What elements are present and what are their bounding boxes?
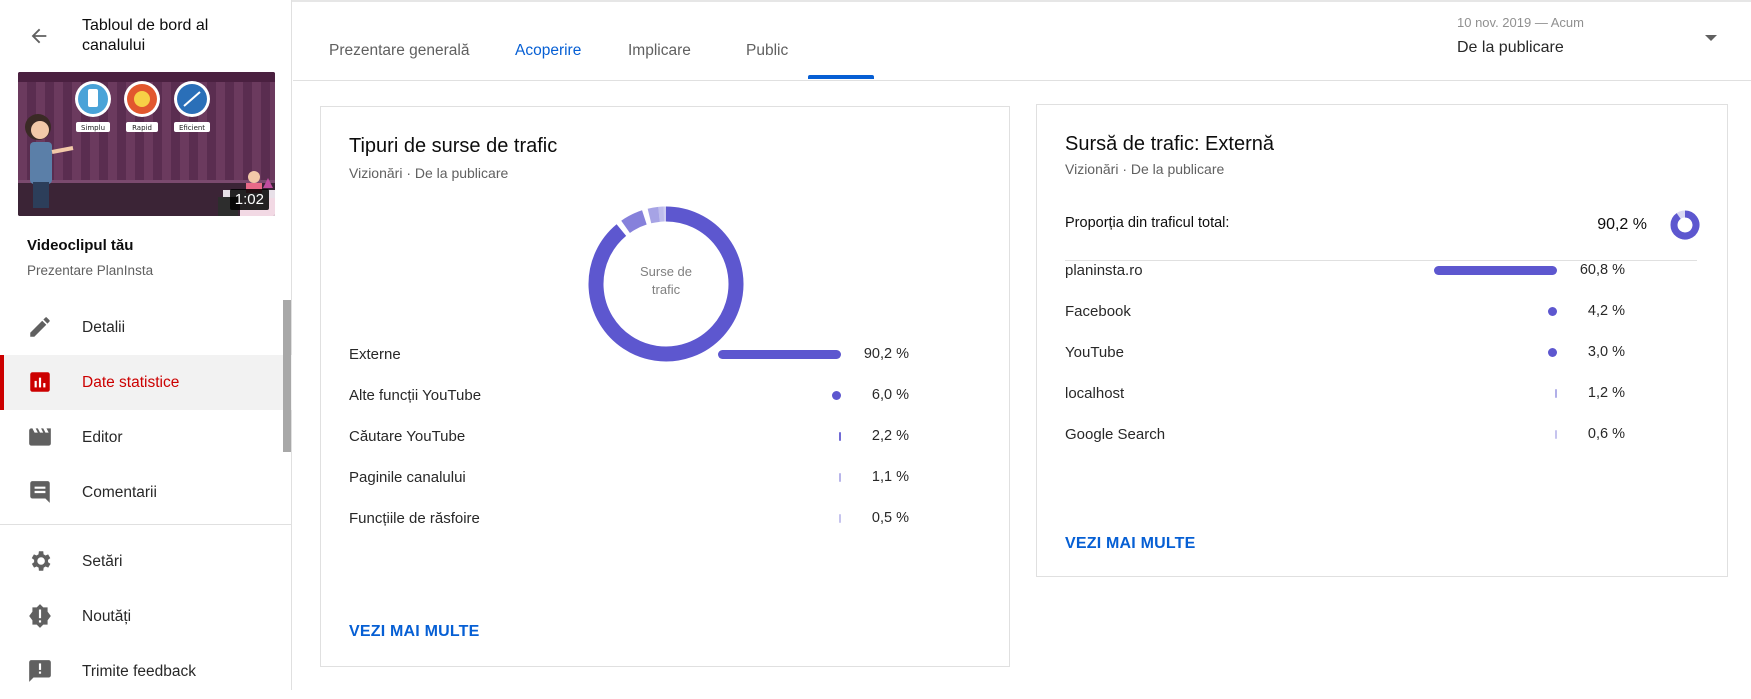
donut-slice <box>649 214 659 216</box>
sidebar-item-analytics[interactable]: Date statistice <box>0 355 292 410</box>
row-value: 6,0 % <box>839 387 909 403</box>
list-item: Paginile canalului 1,1 % <box>321 466 1009 490</box>
sidebar-item-label: Date statistice <box>82 374 179 392</box>
see-more-button[interactable]: VEZI MAI MULTE <box>1065 535 1196 553</box>
list-item: Google Search 0,6 % <box>1037 423 1727 447</box>
row-value: 3,0 % <box>1555 344 1625 360</box>
date-range-period: 10 nov. 2019 — Acum <box>1457 15 1723 30</box>
sidebar-item-details[interactable]: Detalii <box>0 300 292 355</box>
traffic-donut-chart: Surse de trafic <box>587 205 745 363</box>
row-value: 90,2 % <box>839 346 909 362</box>
arrow-back-icon <box>28 25 50 47</box>
donut-slice <box>626 217 645 226</box>
card-title: Tipuri de surse de trafic <box>349 135 557 158</box>
see-more-button[interactable]: VEZI MAI MULTE <box>349 623 480 641</box>
list-item: localhost 1,2 % <box>1037 382 1727 406</box>
video-duration: 1:02 <box>230 189 269 210</box>
clapperboard-icon <box>27 424 53 450</box>
row-label: Externe <box>349 346 401 363</box>
sidebar-item-label: Setări <box>82 553 123 571</box>
sidebar-scrollbar[interactable] <box>283 300 291 452</box>
analytics-icon <box>27 369 53 395</box>
row-value: 0,6 % <box>1555 426 1625 442</box>
row-label: Alte funcții YouTube <box>349 387 481 404</box>
badge-eficient: Eficient <box>179 124 205 132</box>
badge-simplu: Simplu <box>81 124 105 132</box>
card-subtitle: Vizionări · De la publicare <box>1065 161 1224 177</box>
date-range-selector[interactable]: 10 nov. 2019 — Acum De la publicare <box>1457 15 1723 65</box>
list-item: Alte funcții YouTube 6,0 % <box>321 384 1009 408</box>
sidebar-item-label: Editor <box>82 429 123 447</box>
sidebar: Tabloul de bord al canalului Simplu Rapi… <box>0 0 292 690</box>
row-label: Paginile canalului <box>349 469 466 486</box>
sidebar-item-label: Detalii <box>82 319 125 337</box>
video-thumbnail[interactable]: Simplu Rapid Eficient 1:02 <box>18 72 275 216</box>
list-item: planinsta.ro 60,8 % <box>1037 259 1727 283</box>
tab-overview[interactable]: Prezentare generală <box>329 42 469 60</box>
sidebar-item-whats-new[interactable]: Noutăți <box>0 589 292 644</box>
date-range-label: De la publicare <box>1457 39 1723 57</box>
dropdown-arrow-icon[interactable] <box>1705 35 1717 41</box>
share-ring <box>1669 209 1701 241</box>
sidebar-item-comments[interactable]: Comentarii <box>0 465 292 520</box>
traffic-source-types-card: Tipuri de surse de trafic Vizionări · De… <box>320 106 1010 667</box>
list-item: Externe 90,2 % <box>321 343 1009 367</box>
row-label: planinsta.ro <box>1065 262 1143 279</box>
tab-reach[interactable]: Acoperire <box>515 42 581 60</box>
badge-rapid: Rapid <box>132 124 152 132</box>
pencil-icon <box>27 314 53 340</box>
card-title: Sursă de trafic: Externă <box>1065 133 1274 156</box>
share-value: 90,2 % <box>1567 216 1647 234</box>
sidebar-item-feedback[interactable]: Trimite feedback <box>0 644 292 699</box>
sidebar-item-label: Comentarii <box>82 484 157 502</box>
row-value: 0,5 % <box>839 510 909 526</box>
row-value: 60,8 % <box>1555 262 1625 278</box>
row-label: YouTube <box>1065 344 1124 361</box>
active-tab-indicator <box>808 75 874 79</box>
row-value: 4,2 % <box>1555 303 1625 319</box>
list-item: Facebook 4,2 % <box>1037 300 1727 324</box>
row-label: Google Search <box>1065 426 1165 443</box>
external-traffic-card: Sursă de trafic: Externă Vizionări · De … <box>1036 104 1728 577</box>
sidebar-item-editor[interactable]: Editor <box>0 410 292 465</box>
row-label: localhost <box>1065 385 1124 402</box>
share-label: Proporția din traficul total: <box>1065 215 1229 231</box>
video-title: Videoclipul tău <box>27 237 133 254</box>
back-button[interactable] <box>24 21 54 51</box>
gear-icon <box>27 548 53 574</box>
list-item: Funcțiile de răsfoire 0,5 % <box>321 507 1009 531</box>
row-value: 2,2 % <box>839 428 909 444</box>
sidebar-item-label: Trimite feedback <box>82 663 196 681</box>
share-ring-fill <box>1674 214 1696 236</box>
comment-icon <box>27 479 53 505</box>
sidebar-divider <box>0 524 292 525</box>
list-item: YouTube 3,0 % <box>1037 341 1727 365</box>
row-label: Căutare YouTube <box>349 428 465 445</box>
row-value: 1,1 % <box>839 469 909 485</box>
sidebar-item-label: Noutăți <box>82 608 131 626</box>
row-label: Funcțiile de răsfoire <box>349 510 480 527</box>
row-label: Facebook <box>1065 303 1131 320</box>
dashboard-title: Tabloul de bord al canalului <box>82 16 272 56</box>
video-subtitle: Prezentare PlanInsta <box>27 263 153 278</box>
donut-center-label: Surse de trafic <box>587 263 745 299</box>
row-bar <box>718 350 841 359</box>
tab-engagement[interactable]: Implicare <box>628 42 691 60</box>
card-subtitle: Vizionări · De la publicare <box>349 165 508 181</box>
feedback-icon <box>27 658 53 684</box>
list-item: Căutare YouTube 2,2 % <box>321 425 1009 449</box>
alert-badge-icon <box>27 603 53 629</box>
row-value: 1,2 % <box>1555 385 1625 401</box>
row-bar <box>1434 266 1557 275</box>
tab-audience[interactable]: Public <box>746 42 788 60</box>
sidebar-item-settings[interactable]: Setări <box>0 534 292 589</box>
